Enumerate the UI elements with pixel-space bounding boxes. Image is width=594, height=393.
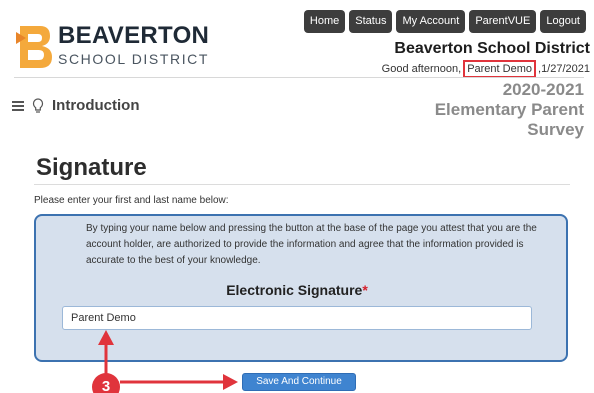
signature-label-text: Electronic Signature: [226, 282, 363, 298]
step-number-badge: 3: [92, 373, 120, 393]
heading-divider: [34, 184, 570, 185]
instructions-text: Please enter your first and last name be…: [34, 195, 229, 206]
survey-title-name: Elementary Parent: [434, 100, 584, 119]
current-date: 1/27/2021: [541, 63, 590, 75]
nav-status-button[interactable]: Status: [349, 10, 393, 33]
lightbulb-icon: [32, 97, 44, 113]
survey-title-suffix: Survey: [527, 120, 584, 139]
signature-label: Electronic Signature*: [0, 282, 594, 298]
header-divider: [14, 77, 584, 78]
logo-subtitle: SCHOOL DISTRICT: [58, 51, 210, 67]
logo-name: BEAVERTON: [58, 22, 210, 49]
nav-parentvue-button[interactable]: ParentVUE: [469, 10, 537, 33]
attestation-text: By typing your name below and pressing t…: [86, 223, 537, 266]
top-navigation: Home Status My Account ParentVUE Logout: [303, 10, 586, 33]
section-nav: Introduction: [12, 97, 139, 114]
section-label[interactable]: Introduction: [52, 97, 139, 114]
hamburger-menu-icon[interactable]: [12, 100, 24, 111]
district-title: Beaverton School District: [394, 40, 590, 57]
district-logo: BEAVERTON SCHOOL DISTRICT: [14, 22, 209, 70]
greeting: Good afternoon, Parent Demo , 1/27/2021: [382, 60, 590, 78]
nav-my-account-button[interactable]: My Account: [396, 10, 466, 33]
signature-input[interactable]: [62, 306, 532, 330]
save-and-continue-button[interactable]: Save And Continue: [242, 373, 356, 391]
nav-home-button[interactable]: Home: [303, 10, 346, 33]
greeting-prefix: Good afternoon,: [381, 63, 462, 75]
district-logo-icon: [16, 26, 52, 68]
survey-title-year: 2020-2021: [502, 80, 584, 99]
page-title: Signature: [36, 154, 147, 181]
survey-title: 2020-2021 Elementary Parent Survey: [435, 80, 584, 140]
user-name: Parent Demo: [463, 60, 536, 78]
required-marker: *: [362, 282, 368, 298]
nav-logout-button[interactable]: Logout: [540, 10, 586, 33]
